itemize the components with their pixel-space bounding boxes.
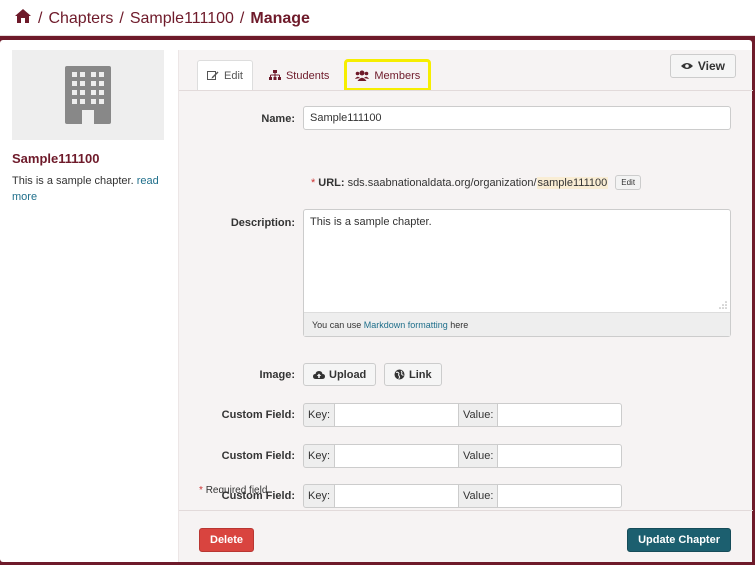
url-line: * URL: sds.saabnationaldata.org/organiza…: [311, 175, 642, 190]
chapter-description: This is a sample chapter. read more: [12, 173, 164, 205]
tab-bar: Edit Students Members: [197, 56, 432, 91]
name-label: Name:: [261, 113, 295, 125]
link-button[interactable]: Link: [384, 363, 442, 386]
required-asterisk: *: [199, 485, 203, 496]
required-asterisk: *: [311, 176, 316, 189]
custom-field-row: Key: Value:: [303, 444, 623, 468]
tab-students-label: Students: [285, 69, 330, 82]
sidebar: Sample111100 This is a sample chapter. r…: [12, 50, 164, 205]
custom-field-value-input[interactable]: [498, 403, 623, 427]
breadcrumb-chapter-name[interactable]: Sample111100: [130, 10, 234, 28]
breadcrumb: / Chapters / Sample111100 / Manage: [14, 8, 310, 29]
view-button-label: View: [697, 59, 725, 73]
key-addon: Key:: [303, 444, 336, 468]
chapter-description-text: This is a sample chapter.: [12, 175, 134, 187]
chapter-title: Sample111100: [12, 151, 100, 166]
value-addon: Value:: [459, 444, 499, 468]
description-text: This is a sample chapter.: [310, 216, 432, 228]
edit-panel: Edit Students Members View Name: Sample1…: [178, 50, 753, 562]
page-wrapper: Sample111100 This is a sample chapter. r…: [0, 40, 753, 562]
tab-students[interactable]: Students: [259, 60, 339, 90]
breadcrumb-current: Manage: [250, 9, 310, 27]
markdown-hint: You can use Markdown formatting here: [304, 312, 730, 336]
markdown-link[interactable]: Markdown formatting: [364, 320, 448, 330]
cloud-upload-icon: [313, 370, 325, 379]
url-prefix: sds.saabnationaldata.org/organization/: [347, 176, 537, 189]
upload-button-label: Upload: [329, 368, 367, 381]
tab-edit-label: Edit: [224, 69, 243, 82]
form-actions: Delete Update Chapter: [179, 510, 753, 562]
required-field-note: * Required field: [199, 485, 267, 496]
home-icon[interactable]: [14, 8, 32, 29]
key-addon: Key:: [303, 403, 336, 427]
custom-field-value-input[interactable]: [498, 484, 623, 508]
edit-icon: [207, 71, 219, 80]
sitemap-icon: [268, 70, 281, 80]
users-icon: [355, 70, 370, 81]
description-label: Description:: [230, 217, 295, 229]
image-label: Image:: [259, 369, 295, 381]
custom-field-key-input[interactable]: [335, 484, 460, 508]
top-bar: / Chapters / Sample111100 / Manage: [0, 0, 755, 36]
tab-members-label: Members: [374, 69, 421, 82]
update-chapter-button[interactable]: Update Chapter: [627, 528, 731, 552]
value-addon: Value:: [459, 403, 499, 427]
custom-field-key-input[interactable]: [335, 403, 460, 427]
custom-field-value-input[interactable]: [498, 444, 623, 468]
custom-field-key-input[interactable]: [335, 444, 460, 468]
upload-button[interactable]: Upload: [303, 363, 377, 386]
description-textarea[interactable]: This is a sample chapter. You can use Ma…: [303, 209, 731, 337]
breadcrumb-chapters[interactable]: Chapters: [48, 10, 113, 28]
chapter-form: Name: Sample111100 * URL: sds.saabnation…: [179, 90, 753, 508]
value-addon: Value:: [459, 484, 499, 508]
custom-field-label: Custom Field:: [221, 450, 295, 462]
breadcrumb-separator: /: [119, 9, 124, 27]
tab-members[interactable]: Members: [344, 59, 432, 91]
url-slug: sample111100: [536, 176, 609, 189]
url-label: URL:: [318, 176, 345, 189]
key-addon: Key:: [303, 484, 336, 508]
url-edit-button[interactable]: Edit: [615, 175, 642, 190]
markdown-hint-pre: You can use: [312, 320, 362, 330]
eye-icon: [680, 63, 693, 69]
required-field-text: Required field: [205, 485, 268, 496]
link-button-label: Link: [409, 368, 432, 381]
breadcrumb-separator: /: [38, 9, 43, 27]
custom-field-row: Key: Value:: [303, 484, 623, 508]
delete-button[interactable]: Delete: [199, 528, 255, 552]
chapter-image: [12, 50, 164, 140]
view-button[interactable]: View: [669, 54, 736, 78]
custom-field-row: Key: Value:: [303, 403, 623, 427]
tab-edit[interactable]: Edit: [197, 60, 253, 90]
custom-field-label: Custom Field:: [221, 409, 295, 421]
name-input[interactable]: Sample111100: [303, 106, 731, 130]
building-icon: [65, 66, 111, 124]
breadcrumb-separator: /: [239, 9, 245, 27]
markdown-hint-post: here: [450, 320, 469, 330]
resize-grip-icon[interactable]: [719, 301, 727, 309]
globe-icon: [394, 369, 405, 380]
